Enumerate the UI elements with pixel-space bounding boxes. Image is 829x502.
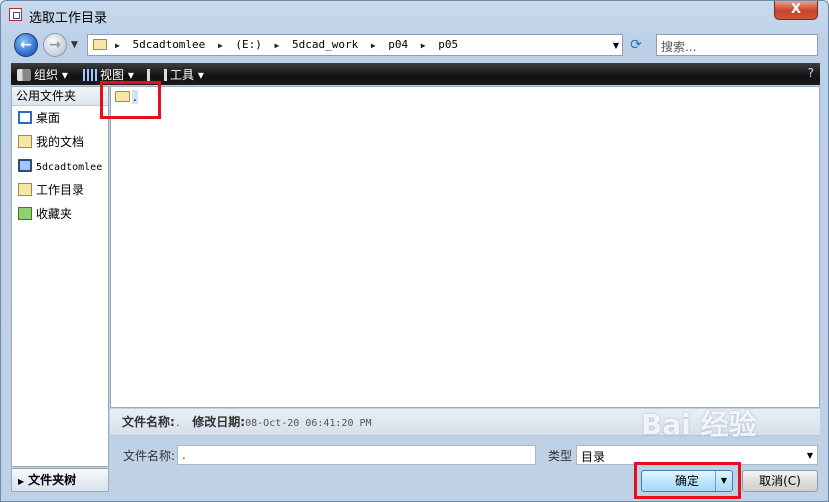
annotation-highlight-folder [100,81,161,119]
sidebar-item-desktop[interactable]: 桌面 [12,106,108,130]
type-label: 类型 [548,449,573,463]
details-name-value: . [174,418,181,429]
select-working-directory-dialog: 选取工作目录 X ← → ▼ ▶ 5dcadtomlee ▶ (E:) ▶ 5d… [0,0,829,502]
file-list[interactable]: . [110,86,820,408]
navigation-bar: ← → ▼ ▶ 5dcadtomlee ▶ (E:) ▶ 5dcad_work … [1,31,828,59]
filename-label: 文件名称: [123,449,176,463]
refresh-icon[interactable]: ⟳ [626,35,646,55]
computer-icon [18,159,32,172]
sidebar-item-computer[interactable]: 5dcadtomlee [12,154,108,178]
breadcrumb-item-drive[interactable]: (E:) [235,38,262,51]
folder-icon [93,39,107,50]
working-directory-icon [18,183,32,196]
close-button[interactable]: X [774,1,818,20]
breadcrumb-item-computer[interactable]: 5dcadtomlee [132,38,205,51]
details-modified-value: 08-Oct-20 06:41:20 PM [245,418,372,429]
title-bar: 选取工作目录 X [1,1,828,29]
common-folders-header: 公用文件夹 [12,87,108,106]
tools-icon [147,69,167,81]
breadcrumb-arrow-icon[interactable]: ▶ [218,41,223,50]
breadcrumb-item-p05[interactable]: p05 [438,38,458,51]
app-icon [9,8,22,21]
breadcrumb-arrow-icon[interactable]: ▶ [275,41,280,50]
organize-icon [17,69,31,81]
details-modified-label: 修改日期: [192,415,246,429]
filename-input[interactable]: . [177,445,536,465]
expand-arrow-icon: ▶ [18,477,25,486]
address-bar[interactable]: ▶ 5dcadtomlee ▶ (E:) ▶ 5dcad_work ▶ p04 … [87,34,623,56]
breadcrumb-item-5dcad-work[interactable]: 5dcad_work [292,38,358,51]
details-name-label: 文件名称: [122,415,175,429]
organize-menu[interactable]: 组织 ▾ [17,66,68,83]
favorites-panel: 公用文件夹 桌面 我的文档 5dcadtomlee 工作目录 收藏夹 [11,86,109,467]
breadcrumb-arrow-icon[interactable]: ▶ [115,41,120,50]
details-bar: 文件名称:. 修改日期:08-Oct-20 06:41:20 PM [110,409,820,436]
forward-button[interactable]: → [43,33,67,57]
address-dropdown-icon[interactable]: ▼ [613,41,619,50]
sidebar-item-my-documents[interactable]: 我的文档 [12,130,108,154]
annotation-highlight-ok [634,462,741,499]
desktop-icon [18,111,32,124]
breadcrumb-item-p04[interactable]: p04 [388,38,408,51]
history-dropdown-icon[interactable]: ▼ [71,40,78,50]
breadcrumb: ▶ 5dcadtomlee ▶ (E:) ▶ 5dcad_work ▶ p04 … [115,38,464,51]
chevron-down-icon: ▼ [806,451,813,460]
breadcrumb-arrow-icon[interactable]: ▶ [371,41,376,50]
folder-tree-toggle[interactable]: ▶ 文件夹树 [11,468,109,492]
search-input[interactable]: 搜索... [656,34,818,56]
window-title: 选取工作目录 [29,11,108,26]
my-documents-icon [18,135,32,148]
sidebar-item-favorites[interactable]: 收藏夹 [12,202,108,226]
back-button[interactable]: ← [14,33,38,57]
views-icon [83,69,97,81]
breadcrumb-arrow-icon[interactable]: ▶ [421,41,426,50]
help-icon[interactable]: ? [808,66,814,80]
cancel-button[interactable]: 取消(C) [742,470,818,492]
sidebar-item-working-directory[interactable]: 工作目录 [12,178,108,202]
favorites-icon [18,207,32,220]
